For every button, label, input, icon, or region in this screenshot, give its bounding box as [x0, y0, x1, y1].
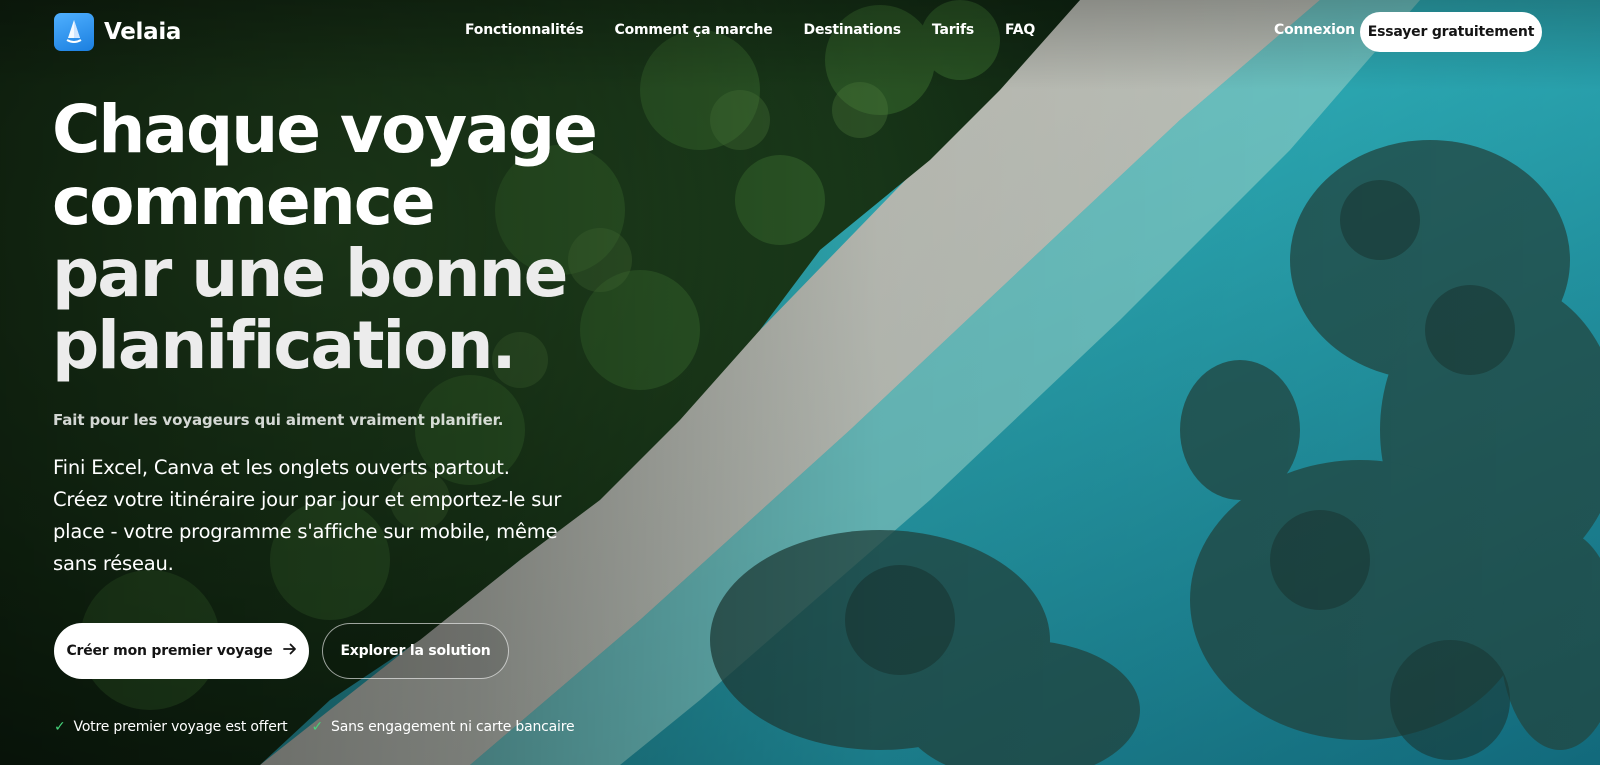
headline-line-4: planification.	[52, 307, 517, 384]
perk-text: Votre premier voyage est offert	[73, 719, 288, 735]
check-icon: ✓	[311, 719, 324, 735]
hero-perks: ✓ Votre premier voyage est offert ✓ Sans…	[54, 719, 575, 735]
headline-line-2: commence	[52, 163, 436, 240]
brand-logo[interactable]: Velaia	[54, 13, 181, 51]
top-navbar: Velaia Fonctionnalités Comment ça marche…	[0, 0, 1600, 62]
nav-link-comment-ca-marche[interactable]: Comment ça marche	[615, 22, 773, 38]
nav-links: Fonctionnalités Comment ça marche Destin…	[465, 22, 1035, 38]
perk-item: ✓ Votre premier voyage est offert	[54, 719, 288, 735]
hero-description: Fini Excel, Canva et les onglets ouverts…	[53, 456, 562, 575]
hero-tagline: Fait pour les voyageurs qui aiment vraim…	[53, 411, 504, 429]
nav-link-destinations[interactable]: Destinations	[804, 22, 902, 38]
explore-solution-button[interactable]: Explorer la solution	[322, 623, 509, 679]
nav-link-tarifs[interactable]: Tarifs	[932, 22, 974, 38]
hero-headline: Chaque voyage commence par une bonne pla…	[52, 94, 672, 382]
brand-name: Velaia	[104, 19, 182, 45]
arrow-right-icon	[282, 643, 297, 659]
create-first-trip-button[interactable]: Créer mon premier voyage	[54, 623, 309, 679]
sail-logo-icon	[54, 13, 94, 51]
perk-text: Sans engagement ni carte bancaire	[331, 719, 575, 735]
try-free-button[interactable]: Essayer gratuitement	[1360, 12, 1542, 52]
headline-line-1: Chaque voyage	[52, 91, 598, 168]
nav-link-faq[interactable]: FAQ	[1005, 22, 1035, 38]
check-icon: ✓	[54, 719, 66, 735]
create-first-trip-label: Créer mon premier voyage	[66, 643, 273, 659]
perk-item: ✓ Sans engagement ni carte bancaire	[311, 719, 574, 735]
login-link[interactable]: Connexion	[1274, 22, 1355, 38]
nav-link-fonctionnalites[interactable]: Fonctionnalités	[465, 22, 584, 38]
headline-line-3: par une bonne	[52, 235, 568, 312]
